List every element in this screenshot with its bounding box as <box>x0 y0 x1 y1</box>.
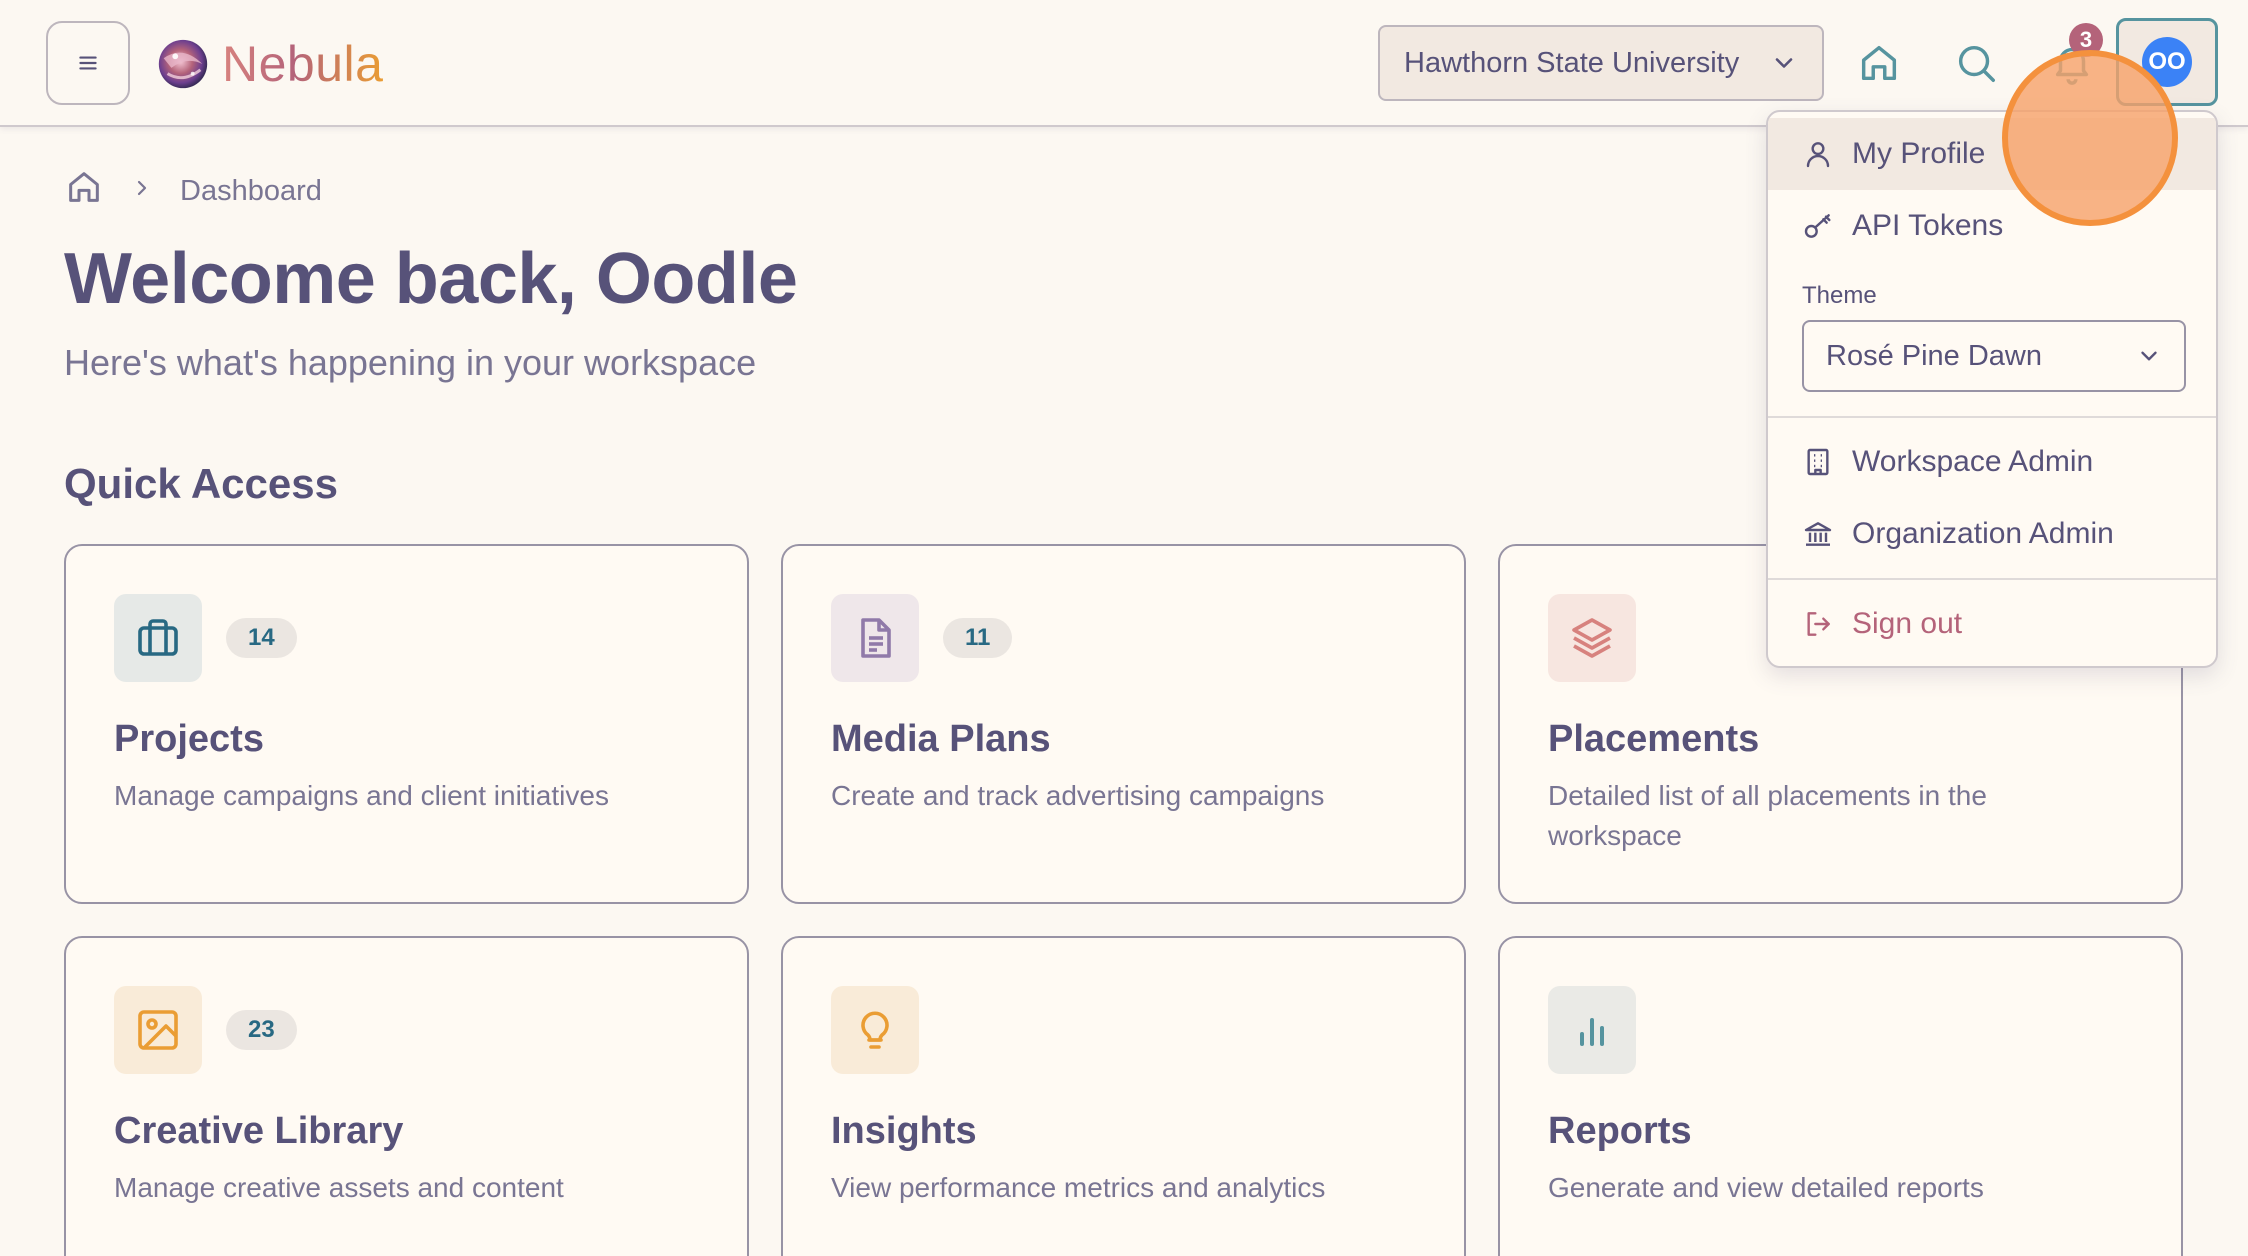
nebula-logo-icon <box>158 39 208 89</box>
card-projects[interactable]: 14 Projects Manage campaigns and client … <box>64 544 749 904</box>
card-icon-container <box>1548 986 1636 1074</box>
quick-access-title: Quick Access <box>64 460 338 507</box>
document-icon <box>861 618 891 658</box>
card-title: Placements <box>1548 718 1760 760</box>
menu-item-organization-admin[interactable]: Organization Admin <box>1768 498 2216 570</box>
page-title: Welcome back, Oodle <box>64 239 798 319</box>
landmark-icon <box>1804 522 1832 546</box>
card-description: Create and track advertising campaigns <box>831 780 1325 811</box>
menu-divider <box>1768 416 2216 418</box>
page-subtitle: Here's what's happening in your workspac… <box>64 342 757 383</box>
card-icon-container <box>114 594 202 682</box>
card-icon-container <box>831 594 919 682</box>
menu-item-label: Organization Admin <box>1852 517 2114 550</box>
card-icon-container <box>114 986 202 1074</box>
briefcase-icon <box>138 619 178 656</box>
chevron-right-icon <box>137 180 147 195</box>
menu-item-label: API Tokens <box>1852 209 2004 242</box>
card-icon-container <box>831 986 919 1074</box>
card-title: Projects <box>114 718 264 760</box>
card-title: Reports <box>1548 1110 1692 1152</box>
top-header: Nebula Hawthorn State University 3 OO <box>0 0 2248 127</box>
chevron-down-icon <box>2141 351 2157 361</box>
chevron-down-icon <box>1775 58 1793 68</box>
menu-divider <box>1768 578 2216 580</box>
card-insights[interactable]: Insights View performance metrics and an… <box>781 936 1466 1256</box>
search-button[interactable] <box>1947 34 2005 92</box>
card-creative-library[interactable]: 23 Creative Library Manage creative asse… <box>64 936 749 1256</box>
menu-button[interactable] <box>46 21 130 105</box>
bar-chart-icon <box>1580 1018 1604 1046</box>
count-badge: 23 <box>226 1010 297 1050</box>
home-icon <box>1861 45 1897 81</box>
breadcrumb-current: Dashboard <box>180 174 322 207</box>
breadcrumb: Dashboard <box>64 167 322 215</box>
app-name: Nebula <box>222 36 384 92</box>
card-title: Media Plans <box>831 718 1051 760</box>
building-icon <box>1807 448 1829 476</box>
card-reports[interactable]: Reports Generate and view detailed repor… <box>1498 936 2183 1256</box>
key-icon <box>1804 214 1831 238</box>
menu-item-sign-out[interactable]: Sign out <box>1768 588 2216 660</box>
menu-item-label: Workspace Admin <box>1852 445 2094 478</box>
breadcrumb-separator <box>130 175 154 208</box>
theme-select-value: Rosé Pine Dawn <box>1826 339 2042 372</box>
menu-item-workspace-admin[interactable]: Workspace Admin <box>1768 426 2216 498</box>
search-icon <box>1958 45 1995 82</box>
workspace-select[interactable]: Hawthorn State University <box>1378 25 1824 101</box>
card-description: Detailed list of all placements in the w… <box>1548 780 1987 851</box>
count-badge: 11 <box>943 618 1013 658</box>
menu-item-label: My Profile <box>1852 137 1986 170</box>
home-button[interactable] <box>1850 34 1908 92</box>
card-media-plans[interactable]: 11 Media Plans Create and track advertis… <box>781 544 1466 904</box>
breadcrumb-home[interactable] <box>64 167 104 215</box>
layers-icon <box>1572 618 1612 658</box>
home-icon <box>69 172 99 202</box>
menu-icon <box>79 56 97 70</box>
sign-out-icon <box>1807 612 1830 636</box>
image-icon <box>138 1010 178 1050</box>
card-title: Creative Library <box>114 1110 404 1152</box>
card-icon-container <box>1548 594 1636 682</box>
theme-label: Theme <box>1802 282 1877 309</box>
theme-select[interactable]: Rosé Pine Dawn <box>1802 320 2186 392</box>
workspace-select-value: Hawthorn State University <box>1404 46 1740 79</box>
card-description: Manage campaigns and client initiatives <box>114 780 609 811</box>
count-badge: 14 <box>226 618 297 658</box>
card-description: Manage creative assets and content <box>114 1172 564 1203</box>
click-indicator <box>2002 50 2178 226</box>
menu-item-label: Sign out <box>1852 607 1963 640</box>
app-logo[interactable]: Nebula <box>154 32 383 96</box>
card-description: View performance metrics and analytics <box>831 1172 1326 1203</box>
card-title: Insights <box>831 1110 977 1152</box>
user-icon <box>1806 142 1830 168</box>
lightbulb-icon <box>861 1011 889 1049</box>
card-description: Generate and view detailed reports <box>1548 1172 1984 1203</box>
